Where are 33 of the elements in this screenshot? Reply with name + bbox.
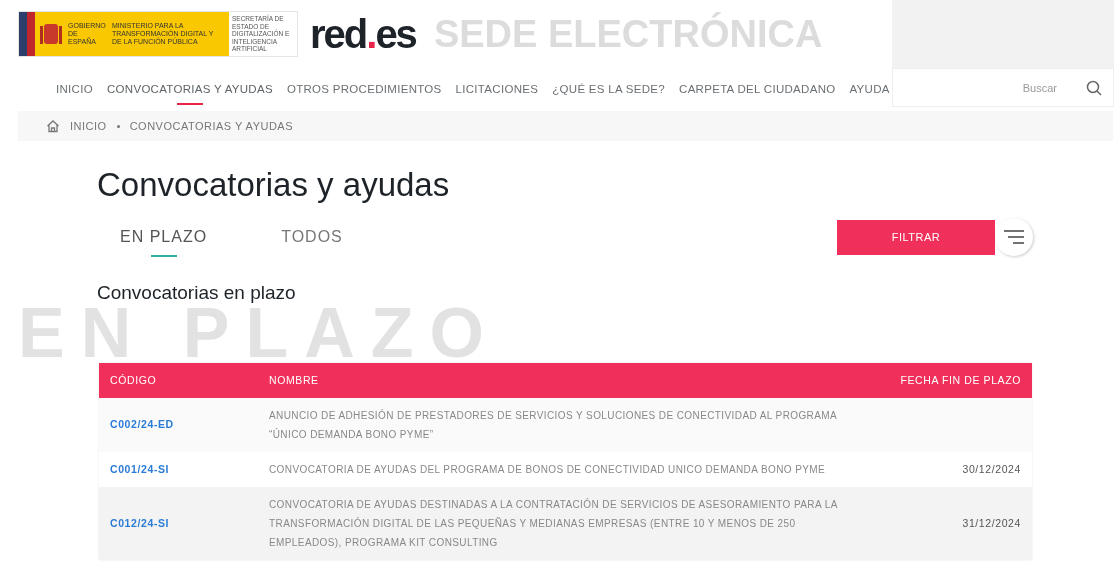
date-cell: 31/12/2024 [889,487,1032,560]
table-cell: ANUNCIO DE ADHESIÓN DE PRESTADORES DE SERVICIOS Y SOLUCIONES DE CONECTIVIDAD AL PROGRAMA “ÚNICO DEMANDA BONO PYME” [258,398,890,452]
page-title: Convocatorias y ayudas [97,165,450,205]
coat-of-arms-icon [40,21,62,47]
code-link[interactable]: C012/24-SI [99,487,258,560]
column-header: NOMBRE [258,363,890,398]
table-cell: CONVOCATORIA DE AYUDAS DESTINADAS A LA CONTRATACIÓN DE SERVICIOS DE ASESORAMIENTO PARA LA TRANSFORMACIÓN DIGITAL DE LAS PEQUEÑAS Y MEDIANAS EMPRESAS (ENTRE 10 Y MENOS DE 250 EMPLEADOS), PROGRAMA KIT CONSULTING [258,487,890,560]
nav-link[interactable]: LICITACIONES [448,80,546,106]
nav-link[interactable]: CONVOCATORIAS Y AYUDAS [99,80,280,106]
search-icon [1086,80,1102,96]
brand-logo: red.es [310,11,416,58]
column-header: CÓDIGO [99,363,258,398]
nav-link[interactable]: ¿QUÉ ES LA SEDE? [545,80,673,106]
filter-lines-icon [1004,230,1024,244]
breadcrumb-link[interactable]: INICIO [70,117,107,135]
tab[interactable]: EN PLAZO [120,217,208,257]
breadcrumb-link[interactable]: CONVOCATORIAS Y AYUDAS [129,117,294,135]
code-link[interactable]: C002/24-ED [99,398,258,452]
tab[interactable]: TODOS [281,217,343,257]
nav-link[interactable]: INICIO [49,80,100,106]
filter-button[interactable]: FILTRAR [837,219,995,255]
nav-link[interactable]: CARPETA DEL CIUDADANO [672,80,843,106]
filter-icon-button[interactable] [995,218,1033,256]
flag-stripes-icon [19,12,35,56]
section-title: Convocatorias en plazo [97,281,296,305]
date-cell: 30/12/2024 [889,452,1032,487]
table-cell: CONVOCATORIA DE AYUDAS DEL PROGRAMA DE BONOS DE CONECTIVIDAD UNICO DEMANDA BONO PYME [258,452,890,487]
search-field[interactable]: Buscar [892,68,1114,107]
column-header: FECHA FIN DE PLAZO [889,363,1032,398]
nav-link[interactable]: OTROS PROCEDIMIENTOS [279,80,449,106]
code-link[interactable]: C001/24-SI [99,452,258,487]
home-icon [46,119,60,133]
breadcrumb-separator [116,124,120,128]
